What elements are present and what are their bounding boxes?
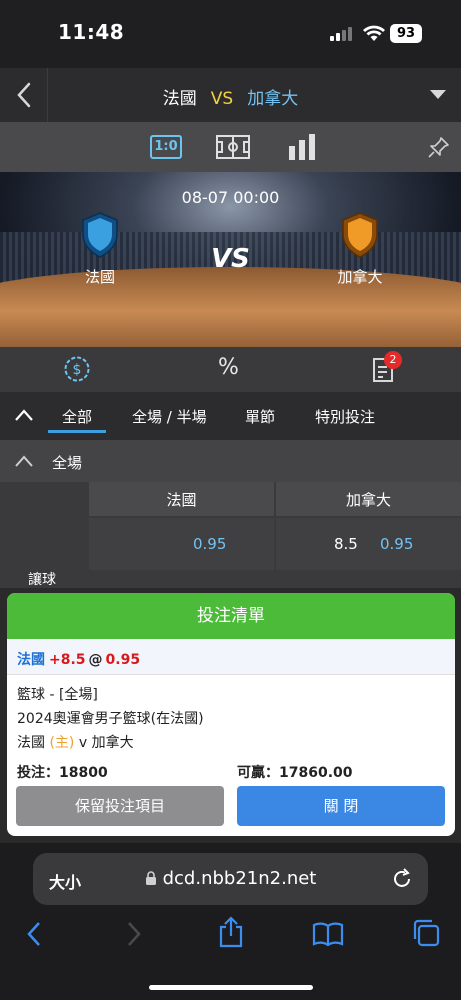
- betslip-sport: 籃球 - [全場]: [17, 687, 98, 703]
- win-value: 17860.00: [279, 765, 353, 781]
- section-fullgame[interactable]: 全場: [0, 440, 461, 482]
- url-value: dcd.nbb21n2.net: [162, 868, 317, 889]
- vs-label: VS: [210, 89, 234, 109]
- home-odds: 0.95: [193, 535, 227, 553]
- odds-table: 法國 加拿大 0.95 8.5 0.95 讓球: [0, 482, 461, 592]
- tab-quarter[interactable]: 單節: [245, 406, 275, 427]
- home-team-title: 法國: [162, 89, 197, 109]
- away-odds-cell[interactable]: [276, 518, 461, 570]
- selection-handicap: +8.5: [49, 652, 86, 668]
- betslip-league: 2024奧運會男子籃球(在法國): [17, 711, 204, 727]
- share-icon[interactable]: [218, 916, 244, 948]
- tab-special[interactable]: 特別投注: [315, 406, 375, 427]
- stake-row: 投注：18800: [17, 762, 108, 782]
- tab-full-half[interactable]: 全場 / 半場: [132, 406, 207, 427]
- match-datetime: 08-07 00:00: [181, 188, 280, 207]
- match-banner: 08-07 00:00 VS 法國 加拿大: [0, 172, 461, 347]
- match-header: 法國 VS 加拿大: [0, 68, 461, 122]
- lock-icon: [145, 871, 156, 885]
- home-odds-cell[interactable]: [89, 518, 274, 570]
- match-title: 法國 VS 加拿大: [0, 84, 461, 109]
- match-home-team: 法國: [17, 735, 45, 751]
- market-tabs: 全部 全場 / 半場 單節 特別投注: [0, 392, 461, 440]
- keep-selections-button[interactable]: 保留投注項目: [16, 786, 224, 826]
- stats-bar-icon[interactable]: [288, 134, 316, 160]
- home-indicator: [149, 985, 313, 990]
- match-away-part: v 加拿大: [78, 735, 134, 751]
- row-label-handicap: 讓球: [28, 572, 56, 588]
- away-line: 8.5: [334, 535, 358, 553]
- banner-home-team: 法國: [84, 268, 115, 286]
- dropdown-triangle-icon[interactable]: [430, 90, 446, 99]
- collapse-chevron-icon[interactable]: [14, 408, 34, 422]
- win-label: 可贏：: [237, 765, 279, 781]
- bookmarks-icon[interactable]: [312, 921, 344, 947]
- active-tab-underline: [48, 430, 106, 433]
- percent-icon[interactable]: %: [218, 355, 239, 380]
- close-button[interactable]: 關 閉: [237, 786, 445, 826]
- tab-all[interactable]: 全部: [62, 406, 92, 427]
- status-time: 11:48: [58, 20, 125, 44]
- selection-at: @: [88, 652, 103, 668]
- view-toolbar: 1:0: [0, 122, 461, 172]
- selection-team: 法國: [17, 652, 45, 668]
- win-row: 可贏：17860.00: [237, 762, 353, 782]
- url-text: dcd.nbb21n2.net: [33, 868, 428, 889]
- pin-icon[interactable]: [428, 136, 450, 158]
- court-icon[interactable]: [216, 135, 250, 159]
- table-header-away: 加拿大: [345, 491, 391, 509]
- selection-odds: 0.95: [105, 652, 141, 668]
- stake-label: 投注：: [17, 765, 59, 781]
- tabs-icon[interactable]: [412, 919, 440, 947]
- section-chevron-icon[interactable]: [14, 454, 34, 468]
- battery-icon: 93: [390, 24, 422, 43]
- betslip-modal: 投注清單 法國 +8.5 @0.95 籃球 - [全場] 2024奧運會男子籃球(在…: [7, 593, 455, 836]
- away-team-title: 加拿大: [247, 89, 299, 109]
- betslip-selection: 法國 +8.5 @0.95: [7, 639, 455, 675]
- dollar-coin-icon[interactable]: $: [64, 356, 90, 382]
- home-tag: (主): [49, 735, 75, 751]
- scoreboard-icon[interactable]: 1:0: [150, 135, 182, 159]
- betslip-match: 法國 (主) v 加拿大: [17, 732, 134, 752]
- browser-forward-icon[interactable]: [124, 920, 144, 948]
- betslip-title: 投注清單: [7, 593, 455, 639]
- betslip-count-badge: 2: [384, 351, 402, 369]
- reload-icon[interactable]: [391, 868, 413, 890]
- section-label: 全場: [52, 454, 83, 472]
- svg-text:$: $: [73, 362, 82, 378]
- banner-away-team: 加拿大: [337, 268, 383, 286]
- status-bar: 11:48 93: [0, 0, 461, 68]
- wifi-icon: [363, 25, 385, 41]
- table-header-home: 法國: [166, 491, 197, 509]
- cellular-signal-icon: [330, 27, 352, 41]
- address-bar[interactable]: 大小 dcd.nbb21n2.net: [33, 853, 428, 905]
- away-odds: 0.95: [380, 535, 414, 553]
- browser-back-icon[interactable]: [24, 920, 44, 948]
- stake-value: 18800: [59, 765, 108, 781]
